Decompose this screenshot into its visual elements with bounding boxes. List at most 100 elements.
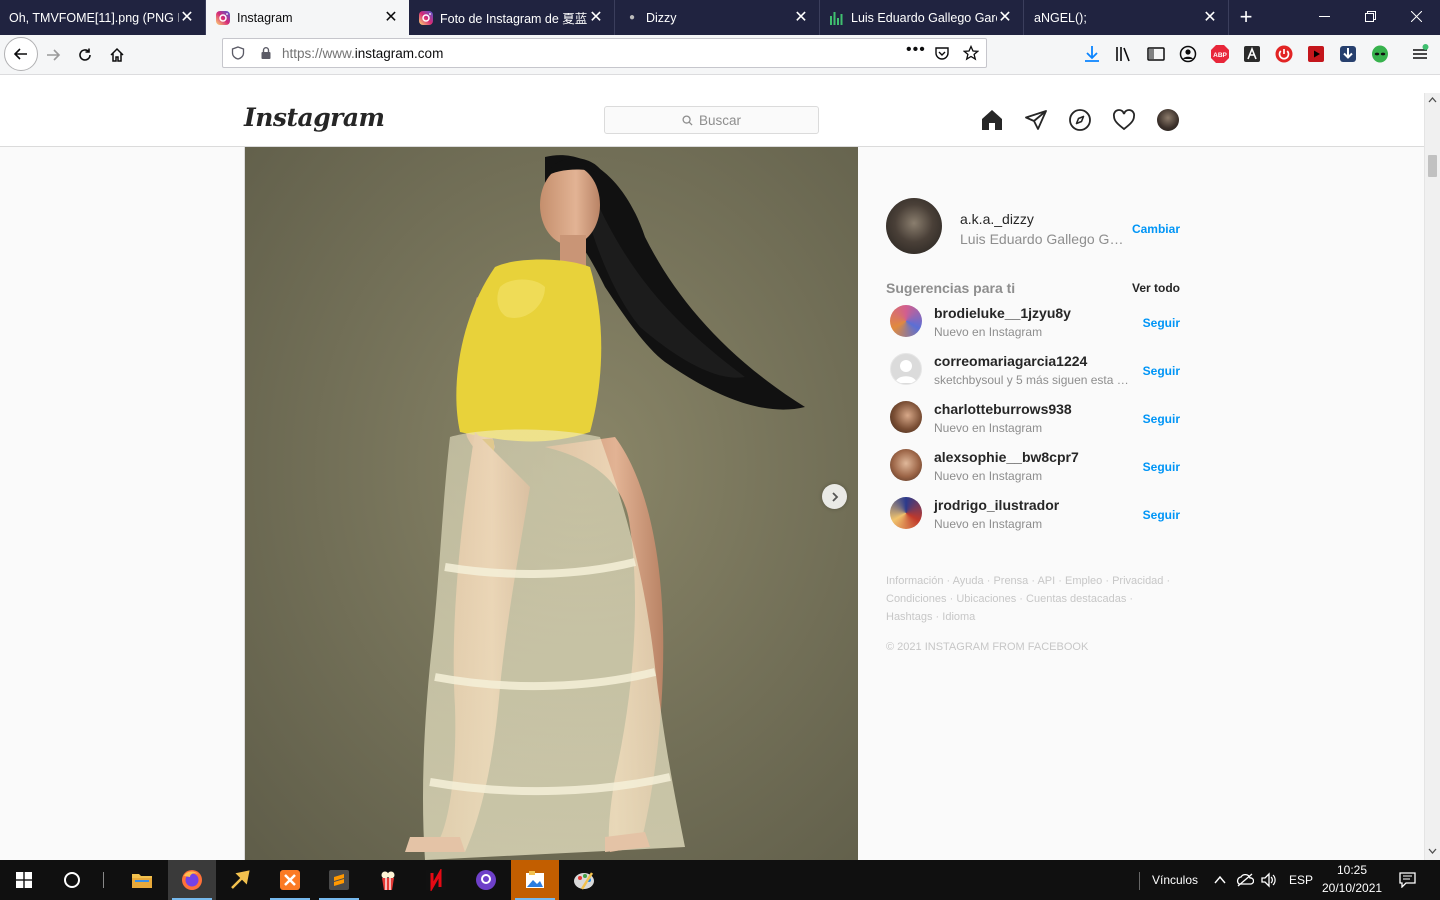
footer-link[interactable]: Idioma: [942, 611, 975, 623]
start-button[interactable]: [0, 860, 48, 900]
youtube-extension-icon[interactable]: [1306, 44, 1326, 64]
instagram-logo[interactable]: Instagram: [244, 103, 385, 132]
alien-extension-icon[interactable]: [1370, 44, 1390, 64]
tab-instagram-photo[interactable]: Foto de Instagram de 夏蓝 ✕: [409, 0, 615, 35]
bookmark-star-icon[interactable]: [963, 45, 979, 61]
tab-instagram[interactable]: Instagram ✕: [206, 0, 409, 35]
suggestion-username[interactable]: charlotteburrows938: [934, 401, 1072, 417]
close-icon[interactable]: ✕: [997, 9, 1013, 26]
taskbar-sublime[interactable]: [315, 860, 363, 900]
suggestion-avatar[interactable]: [890, 305, 922, 337]
suggestion-avatar[interactable]: [890, 401, 922, 433]
url-bar[interactable]: https://www.instagram.com •••: [222, 38, 987, 68]
account-icon[interactable]: [1178, 44, 1198, 64]
download-helper-icon[interactable]: [1338, 44, 1358, 64]
taskbar-paint[interactable]: [560, 860, 608, 900]
chevron-up-icon[interactable]: [1213, 873, 1227, 887]
lock-icon[interactable]: [259, 46, 273, 60]
tab-angel[interactable]: aNGEL(); ✕: [1024, 0, 1229, 35]
clock-time[interactable]: 10:25: [1322, 863, 1382, 877]
taskbar-firefox[interactable]: [168, 860, 216, 900]
close-icon[interactable]: ✕: [179, 9, 195, 26]
forward-button[interactable]: [37, 39, 69, 71]
suggestion-username[interactable]: brodieluke__1jzyu8y: [934, 305, 1071, 321]
follow-button[interactable]: Seguir: [1143, 316, 1180, 330]
footer-link[interactable]: Ubicaciones: [956, 593, 1016, 605]
clock-date[interactable]: 20/10/2021: [1322, 881, 1382, 895]
follow-button[interactable]: Seguir: [1143, 364, 1180, 378]
sidebar-icon[interactable]: [1146, 44, 1166, 64]
pocket-icon[interactable]: [934, 45, 950, 61]
menu-icon[interactable]: [1410, 44, 1430, 64]
switch-account-button[interactable]: Cambiar: [1132, 222, 1180, 236]
taskbar-photo-app[interactable]: [511, 860, 559, 900]
extension-icon[interactable]: [1242, 44, 1262, 64]
shield-icon[interactable]: [231, 46, 245, 60]
tab-dizzy[interactable]: ● Dizzy ✕: [615, 0, 820, 35]
notifications-icon[interactable]: [1399, 872, 1416, 888]
library-icon[interactable]: [1114, 44, 1134, 64]
footer-link[interactable]: API: [1037, 575, 1055, 587]
taskbar-popcorn[interactable]: [364, 860, 412, 900]
explore-icon[interactable]: [1068, 108, 1092, 132]
taskbar-github[interactable]: [462, 860, 510, 900]
minimize-button[interactable]: [1301, 0, 1347, 33]
follow-button[interactable]: Seguir: [1143, 460, 1180, 474]
new-tab-button[interactable]: +: [1226, 0, 1266, 33]
close-icon[interactable]: ✕: [588, 9, 604, 26]
footer-link[interactable]: Privacidad: [1112, 575, 1163, 587]
suggestion-username[interactable]: alexsophie__bw8cpr7: [934, 449, 1079, 465]
scroll-up-icon[interactable]: [1428, 97, 1437, 103]
post-photo[interactable]: [244, 147, 858, 860]
suggestion-avatar[interactable]: [890, 497, 922, 529]
follow-button[interactable]: Seguir: [1143, 508, 1180, 522]
current-username[interactable]: a.k.a._dizzy: [960, 211, 1034, 227]
links-toolbar[interactable]: Vínculos: [1152, 873, 1198, 887]
volume-icon[interactable]: [1260, 872, 1278, 888]
tab-profile[interactable]: Luis Eduardo Gallego García ✕: [820, 0, 1024, 35]
profile-avatar[interactable]: [1157, 109, 1179, 131]
tab-image[interactable]: Oh, TMVFOME[11].png (PNG Im ✕: [0, 0, 206, 35]
suggestion-username[interactable]: jrodrigo_ilustrador: [934, 497, 1059, 513]
back-button[interactable]: [4, 37, 38, 71]
direct-icon[interactable]: [1024, 108, 1048, 132]
close-icon[interactable]: ✕: [383, 9, 399, 26]
suggestion-avatar[interactable]: [890, 353, 922, 385]
page-scrollbar[interactable]: [1424, 93, 1440, 860]
search-input[interactable]: Buscar: [604, 106, 819, 134]
footer-link[interactable]: Prensa: [993, 575, 1028, 587]
follow-button[interactable]: Seguir: [1143, 412, 1180, 426]
page-actions-icon[interactable]: •••: [906, 41, 926, 59]
footer-link[interactable]: Cuentas destacadas: [1026, 593, 1126, 605]
suggestion-username[interactable]: correomariagarcia1224: [934, 353, 1087, 369]
taskbar-file-explorer[interactable]: [118, 860, 166, 900]
footer-link[interactable]: Condiciones: [886, 593, 947, 605]
network-icon[interactable]: [1236, 872, 1254, 888]
footer-link[interactable]: Información: [886, 575, 943, 587]
scrollbar-thumb[interactable]: [1428, 155, 1437, 177]
taskbar-app-tools[interactable]: [216, 860, 264, 900]
footer-link[interactable]: Hashtags: [886, 611, 932, 623]
close-icon[interactable]: ✕: [793, 9, 809, 26]
home-button[interactable]: [101, 39, 133, 71]
taskbar-netflix[interactable]: [412, 860, 460, 900]
search-button[interactable]: [48, 860, 96, 900]
taskbar-xampp[interactable]: [266, 860, 314, 900]
language-indicator[interactable]: ESP: [1289, 873, 1313, 887]
see-all-link[interactable]: Ver todo: [1132, 281, 1180, 295]
current-user-avatar[interactable]: [886, 198, 942, 254]
downloads-icon[interactable]: [1082, 44, 1102, 64]
power-extension-icon[interactable]: [1274, 44, 1294, 64]
close-window-button[interactable]: [1393, 0, 1439, 33]
adblock-icon[interactable]: ABP: [1210, 44, 1230, 64]
suggestion-avatar[interactable]: [890, 449, 922, 481]
footer-link[interactable]: Empleo: [1065, 575, 1102, 587]
close-icon[interactable]: ✕: [1202, 9, 1218, 26]
url-text[interactable]: https://www.instagram.com: [282, 46, 443, 61]
scroll-down-icon[interactable]: [1428, 848, 1437, 854]
footer-link[interactable]: Ayuda: [953, 575, 984, 587]
restore-button[interactable]: [1347, 0, 1393, 33]
activity-heart-icon[interactable]: [1112, 108, 1136, 132]
next-photo-button[interactable]: [822, 484, 847, 509]
home-icon[interactable]: [980, 108, 1004, 132]
